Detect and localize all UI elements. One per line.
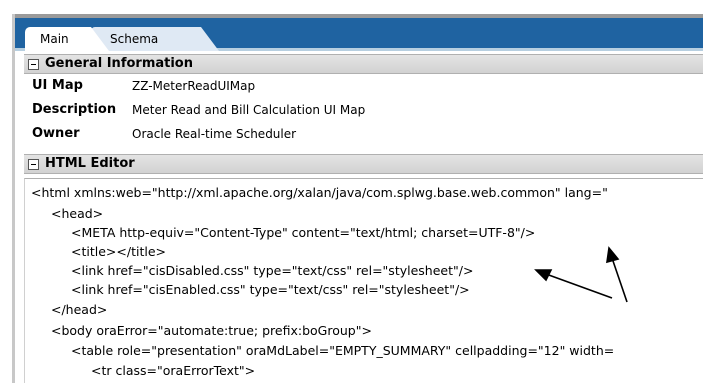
arrow-to-charset xyxy=(606,246,628,303)
annotation-arrows xyxy=(534,246,628,303)
ui-map-window: Schema Main General Information UI Map Z… xyxy=(0,0,703,383)
arrow-to-link xyxy=(534,269,613,299)
